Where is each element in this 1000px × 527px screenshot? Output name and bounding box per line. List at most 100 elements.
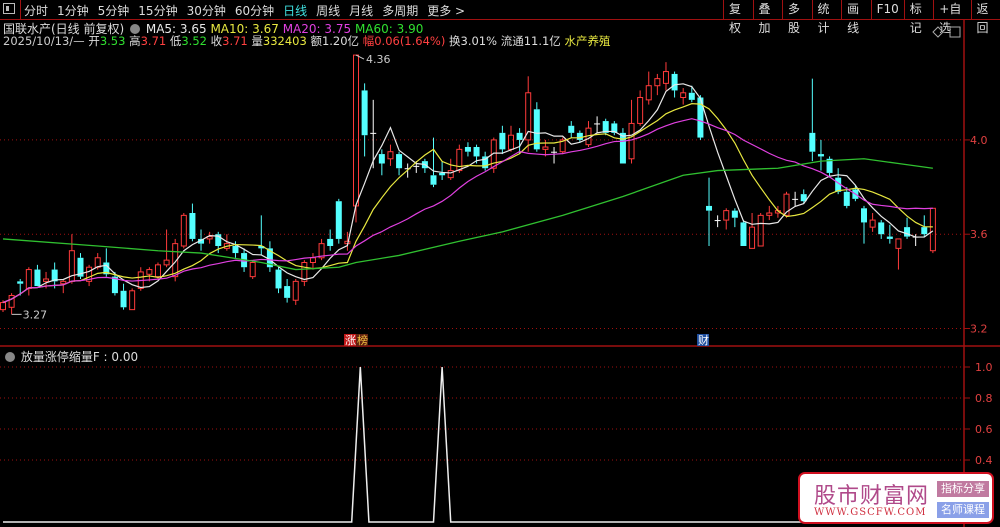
candle (628, 99, 635, 164)
candle-body (120, 290, 127, 308)
candle-body (94, 257, 101, 268)
candle (576, 130, 583, 143)
candle-body (628, 122, 635, 160)
candle (817, 139, 824, 171)
kline-chart[interactable]: 4.0 3.6 3.2 4.36 3.27 涨榜 财 1.0 0.8 0.6 0.4 (0, 0, 1000, 527)
watermark-logo: 股市财富网 WWW.GSCFW.COM 指标分享 名师课程 (798, 472, 994, 524)
candle (51, 262, 58, 289)
candle-body (292, 280, 299, 301)
candle-body (878, 222, 885, 235)
candle-body (189, 213, 196, 239)
candle-body (430, 175, 437, 185)
candle (619, 128, 626, 164)
candle-body (731, 210, 738, 218)
candle (706, 177, 713, 246)
candle (869, 213, 876, 232)
candle-body (869, 219, 876, 228)
indicator-line (3, 366, 933, 523)
candle-body (594, 123, 601, 125)
candle (904, 217, 911, 239)
ma10-line (2, 103, 933, 304)
candle-body (723, 210, 730, 221)
candle-body (17, 281, 24, 284)
y-tick-label: 0.4 (975, 454, 993, 467)
candle-body (309, 257, 316, 263)
candle (120, 283, 127, 310)
candle-body (576, 132, 583, 140)
candle-body (335, 201, 342, 239)
candle (25, 267, 32, 296)
candle (335, 198, 342, 244)
watermark-title: 股市财富网 (814, 484, 930, 509)
candle-body (327, 238, 334, 246)
candle (697, 95, 704, 140)
candle (77, 253, 84, 279)
marker-text: 涨 (345, 334, 356, 347)
candle-body (525, 92, 532, 141)
candle-body (146, 269, 153, 275)
candle-body (60, 280, 67, 285)
candle (861, 205, 867, 244)
candle-body (714, 220, 721, 222)
candle (551, 147, 558, 164)
max-price-label: 4.36 (366, 53, 391, 66)
candle (258, 215, 265, 256)
candle-body (551, 151, 558, 153)
dropdown-icon[interactable] (5, 352, 15, 362)
candle (749, 213, 756, 249)
candle (396, 151, 403, 176)
candle (34, 264, 41, 287)
candle-body (921, 227, 928, 235)
candle (309, 253, 316, 270)
indicator-legend: 放量涨停缩量F : 0.00 (3, 348, 138, 365)
candle (275, 267, 282, 294)
candle (585, 121, 592, 147)
candle-body (499, 132, 506, 150)
watermark-tag: 指标分享 (937, 481, 989, 497)
y-tick-label: 3.2 (970, 323, 988, 336)
candle (499, 125, 506, 155)
candle-body (929, 207, 936, 252)
candle-body (662, 71, 669, 84)
candle (525, 76, 532, 152)
candle-body (671, 73, 678, 91)
candle (206, 231, 213, 244)
candle (8, 293, 15, 315)
y-tick-label: 1.0 (975, 361, 993, 374)
candle-body (439, 172, 446, 176)
max-leader (355, 54, 365, 60)
candle (886, 224, 893, 244)
candle (430, 137, 437, 188)
candle-body (654, 78, 661, 87)
candle-body (378, 154, 385, 164)
candle-body (43, 278, 50, 282)
candle (284, 279, 291, 303)
candle (86, 264, 93, 287)
candle-body (413, 165, 420, 167)
candle-body (792, 198, 799, 200)
candle-body (843, 191, 850, 206)
candle (464, 142, 471, 157)
candle (353, 54, 360, 223)
candle-body (249, 262, 256, 278)
indicator-title: 放量涨停缩量F : 0.00 (20, 350, 139, 364)
candle (249, 260, 256, 279)
candle-body (568, 125, 575, 133)
candle (809, 78, 816, 162)
candle-body (284, 286, 291, 298)
candle (292, 279, 299, 305)
candle-body (861, 208, 867, 223)
candle-body (507, 134, 514, 150)
y-tick-label: 0.6 (975, 423, 993, 436)
candle (645, 71, 652, 105)
marker-text: 榜 (357, 333, 368, 347)
candle (447, 158, 454, 180)
candle-body (396, 154, 403, 169)
y-tick-label: 0.8 (975, 392, 993, 405)
candle (516, 128, 523, 155)
candle-body (817, 154, 824, 157)
candle (387, 144, 394, 166)
candle-body (34, 269, 41, 287)
candle (757, 213, 764, 247)
candle-body (706, 205, 713, 211)
